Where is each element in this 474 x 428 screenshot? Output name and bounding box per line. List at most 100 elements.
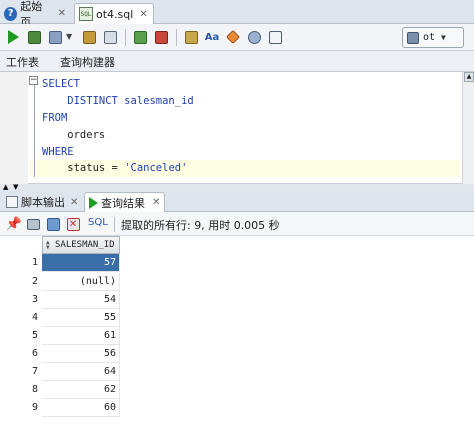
row-number: 6 [31, 348, 38, 359]
separator [125, 29, 126, 46]
close-icon[interactable]: ✕ [139, 9, 147, 20]
table-row[interactable]: 7 64 [0, 363, 474, 381]
fold-toggle-icon[interactable]: − [29, 76, 38, 85]
run-icon [7, 30, 19, 44]
run-statement-button[interactable] [4, 28, 22, 46]
change-case-button[interactable]: Aa [203, 28, 221, 46]
table-row[interactable]: 6 56 [0, 345, 474, 363]
close-icon[interactable]: ✕ [58, 8, 66, 19]
table-row[interactable]: 9 60 [0, 399, 474, 417]
fetch-status: 提取的所有行: 9, 用时 0.005 秒 [121, 219, 280, 232]
rollback-button[interactable] [152, 28, 170, 46]
editor-scrollbar[interactable]: ▲ [462, 72, 474, 184]
table-row[interactable]: 3 54 [0, 291, 474, 309]
table-cell[interactable]: 62 [42, 381, 120, 399]
row-number: 4 [31, 312, 38, 323]
tab-worksheet[interactable]: 工作表 [6, 54, 39, 70]
table-cell[interactable]: 64 [42, 363, 120, 381]
table-row[interactable]: 1 57 [0, 254, 474, 272]
help-icon: ? [4, 6, 18, 21]
tab-query-result-label: 查询结果 [101, 196, 145, 210]
table-row[interactable]: 2 (null) [0, 273, 474, 291]
tab-start-page[interactable]: ? 起始页 ✕ [0, 0, 70, 29]
code-line: SELECT [42, 78, 80, 90]
worksheet-toolbar: ▼ Aa ot ▼ [0, 24, 474, 51]
string-literal: 'Canceled' [124, 162, 188, 174]
tab-query-result[interactable]: 查询结果 ✕ [84, 192, 166, 212]
sql-file-icon: SQL [79, 7, 93, 21]
explain-icon [48, 30, 62, 44]
table-cell[interactable]: 54 [42, 291, 120, 309]
table-row[interactable]: 8 62 [0, 381, 474, 399]
monitor-icon [247, 30, 261, 44]
table-cell[interactable]: 55 [42, 309, 120, 327]
table-cell[interactable]: 60 [42, 399, 120, 417]
row-number: 8 [31, 384, 38, 395]
cancel-button[interactable]: ✕ [65, 216, 81, 232]
connection-select[interactable]: ot ▼ [402, 27, 464, 48]
autotrace-icon [82, 30, 96, 44]
table-cell[interactable]: 57 [42, 254, 120, 272]
sql-editor[interactable]: − SELECT DISTINCT salesman_id FROM order… [0, 72, 474, 184]
code-line: orders [42, 129, 106, 141]
tab-ot4-sql[interactable]: SQL ot4.sql ✕ [74, 3, 154, 24]
line-gutter [0, 72, 28, 184]
print-icon [26, 218, 40, 230]
close-icon[interactable]: ✕ [70, 197, 78, 208]
cancel-icon: ✕ [66, 217, 80, 231]
rollback-icon [154, 30, 168, 44]
chevron-down-icon[interactable]: ▼ [66, 32, 72, 41]
table-cell[interactable]: (null) [42, 273, 120, 291]
row-number: 5 [31, 330, 38, 341]
sql-history-button[interactable] [182, 28, 200, 46]
explain-plan-button[interactable] [46, 28, 64, 46]
monitor-button[interactable] [245, 28, 263, 46]
table-row[interactable]: 4 55 [0, 309, 474, 327]
autotrace-button[interactable] [80, 28, 98, 46]
close-icon[interactable]: ✕ [152, 197, 160, 208]
row-number: 9 [31, 402, 38, 413]
connection-name: ot [423, 32, 436, 43]
column-header-label: SALESMAN_ID [55, 240, 115, 250]
code-line: WHERE [42, 146, 74, 158]
pin-icon[interactable]: 📌 [6, 216, 22, 232]
database-icon [407, 31, 419, 44]
format-icon [268, 30, 282, 44]
clear-button[interactable] [224, 28, 242, 46]
column-header-salesman-id[interactable]: ▲ ▼ SALESMAN_ID [42, 236, 120, 254]
scroll-up-icon[interactable]: ▲ [464, 72, 474, 82]
format-button[interactable] [266, 28, 284, 46]
row-number: 7 [31, 366, 38, 377]
commit-icon [133, 30, 147, 44]
font-case-icon: Aa [204, 31, 220, 43]
run-script-button[interactable] [25, 28, 43, 46]
refresh-icon [46, 217, 60, 231]
output-tab-bar: 脚本输出 ✕ 查询结果 ✕ [0, 190, 474, 212]
row-number: 1 [31, 257, 38, 268]
table-cell[interactable]: 56 [42, 345, 120, 363]
document-tab-bar: ? 起始页 ✕ SQL ot4.sql ✕ [0, 0, 474, 29]
code-line: FROM [42, 112, 68, 124]
results-toolbar: 📌 ✕ SQL 提取的所有行: 9, 用时 0.005 秒 [0, 212, 474, 236]
commit-button[interactable] [131, 28, 149, 46]
run-script-icon [27, 30, 41, 44]
tab-script-output[interactable]: 脚本输出 ✕ [2, 192, 82, 212]
tab-ot4-sql-label: ot4.sql [96, 7, 134, 21]
tab-query-builder[interactable]: 查询构建器 [60, 54, 115, 70]
fold-guide [34, 85, 35, 177]
sql-link[interactable]: SQL [88, 217, 108, 228]
print-button[interactable] [25, 216, 41, 232]
sql-tuning-button[interactable] [101, 28, 119, 46]
run-icon [89, 196, 98, 209]
row-number: 3 [31, 294, 38, 305]
code-line: DISTINCT salesman_id [42, 95, 194, 107]
script-output-icon [6, 196, 18, 208]
table-row[interactable]: 5 61 [0, 327, 474, 345]
refresh-button[interactable] [45, 216, 61, 232]
tab-script-output-label: 脚本输出 [21, 196, 65, 209]
worksheet-subtab-bar: 工作表 查询构建器 [0, 51, 474, 72]
separator [114, 217, 115, 232]
table-cell[interactable]: 61 [42, 327, 120, 345]
tuning-icon [103, 30, 117, 44]
code-line: status = 'Canceled' [42, 162, 188, 174]
